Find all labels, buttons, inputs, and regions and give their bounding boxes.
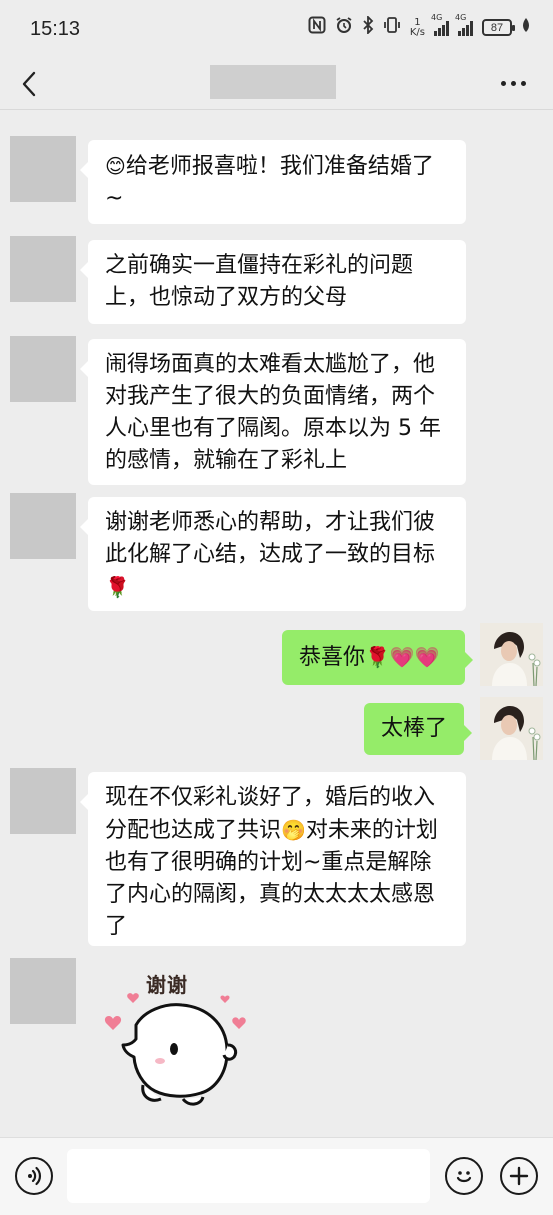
battery-indicator: 87	[482, 19, 515, 36]
nfc-icon	[308, 16, 326, 39]
rose-emoji-icon: 🌹	[105, 575, 130, 599]
vibrate-icon	[383, 16, 401, 39]
message-bubble[interactable]: 闹得场面真的太难看太尴尬了，他对我产生了很大的负面情绪，两个人心里也有了隔阂。原…	[80, 339, 466, 485]
signal-label: 4G	[431, 12, 443, 22]
woman-portrait-icon	[480, 697, 543, 760]
message-bubble-self[interactable]: 太棒了	[364, 703, 472, 755]
more-functions-button[interactable]	[500, 1157, 538, 1195]
message-bubble-self[interactable]: 恭喜你🌹💗💗	[282, 630, 473, 685]
bluetooth-icon	[362, 14, 374, 39]
status-bar: 15:13 1 K/s 4G 4G 87	[0, 0, 553, 58]
emoji-button[interactable]	[445, 1157, 483, 1195]
more-dot-icon	[500, 80, 506, 86]
message-bubble[interactable]: 现在不仅彩礼谈好了，婚后的收入分配也达成了共识🤭对未来的计划也有了很明确的计划~…	[80, 772, 466, 946]
sticker-text: 谢谢	[146, 973, 188, 997]
message-text: 给老师报喜啦！我们准备结婚了~	[105, 154, 434, 211]
more-dot-icon	[520, 80, 526, 86]
status-icons: 1 K/s 4G 4G 87	[308, 13, 531, 39]
more-dot-icon	[510, 80, 516, 86]
net-speed-unit: K/s	[409, 26, 425, 38]
contact-avatar[interactable]	[10, 236, 76, 302]
thank-you-sticker[interactable]: 谢谢	[88, 965, 258, 1125]
contact-avatar[interactable]	[10, 958, 76, 1024]
contact-avatar[interactable]	[10, 493, 76, 559]
contact-avatar[interactable]	[10, 768, 76, 834]
emoji-icon	[456, 1171, 472, 1183]
message-text: 之前确实一直僵持在彩礼的问题上，也惊动了双方的父母	[105, 253, 414, 310]
contact-avatar[interactable]	[10, 336, 76, 402]
net-speed-value: 1	[414, 16, 421, 28]
message-bubble[interactable]: 😊给老师报喜啦！我们准备结婚了~	[80, 140, 466, 224]
voice-button[interactable]	[15, 1157, 53, 1195]
plus-icon	[509, 1166, 529, 1186]
nav-divider	[0, 109, 553, 110]
back-button[interactable]	[14, 66, 44, 102]
alarm-icon	[335, 16, 353, 39]
message-bubble[interactable]: 之前确实一直僵持在彩礼的问题上，也惊动了双方的父母	[80, 240, 466, 324]
chat-title-redacted	[210, 65, 336, 99]
leaf-icon	[521, 17, 531, 38]
nav-bar	[0, 58, 553, 110]
message-bubble[interactable]: 谢谢老师悉心的帮助，才让我们彼此化解了心结，达成了一致的目标 🌹	[80, 497, 466, 611]
self-avatar[interactable]	[480, 697, 543, 760]
rose-hearts-emoji-icon: 🌹💗💗	[365, 645, 440, 669]
woman-portrait-icon	[480, 623, 543, 686]
message-text: 闹得场面真的太难看太尴尬了，他对我产生了很大的负面情绪，两个人心里也有了隔阂。原…	[105, 352, 441, 473]
net-speed: 1 K/s	[409, 16, 425, 38]
message-text: 太棒了	[381, 716, 448, 741]
signal-icon-1: 4G	[431, 13, 449, 36]
message-text: 恭喜你	[299, 645, 366, 670]
status-time: 15:13	[30, 17, 81, 40]
chevron-left-icon	[22, 71, 36, 97]
self-avatar[interactable]	[480, 623, 543, 686]
message-input[interactable]	[67, 1149, 430, 1203]
giggle-emoji-icon: 🤭	[281, 818, 306, 842]
signal-icon-2: 4G	[455, 13, 473, 36]
contact-avatar[interactable]	[10, 136, 76, 202]
input-bar	[0, 1137, 553, 1215]
message-text: 谢谢老师悉心的帮助，才让我们彼此化解了心结，达成了一致的目标	[105, 510, 436, 567]
voice-icon	[28, 1166, 41, 1186]
smile-emoji-icon: 😊	[105, 154, 126, 178]
signal-label: 4G	[455, 12, 467, 22]
more-options-button[interactable]	[495, 68, 531, 98]
